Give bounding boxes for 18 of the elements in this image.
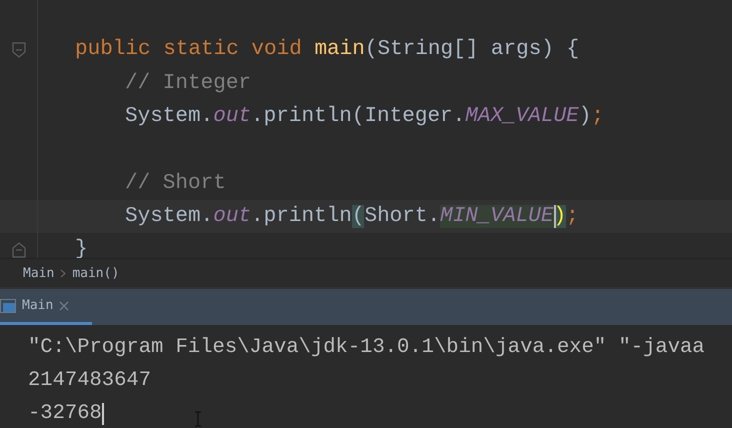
fold-icon[interactable] <box>12 42 26 58</box>
unfold-icon[interactable] <box>12 242 26 258</box>
code-text: // Short <box>124 172 226 195</box>
code-text: // Integer <box>124 72 252 95</box>
text-caret <box>102 402 104 424</box>
console-icon <box>0 298 16 312</box>
text-cursor-icon <box>194 410 202 426</box>
close-icon[interactable] <box>59 300 70 310</box>
breadcrumb-link[interactable]: main() <box>72 266 120 280</box>
console-output-line: 2147483647 <box>28 368 152 394</box>
breadcrumb-link[interactable]: Main <box>23 266 54 280</box>
console-output-line: -32768 <box>28 401 102 427</box>
chevron-icon <box>60 268 66 278</box>
code-text: public static void main(String[] args) { <box>74 38 580 62</box>
console-output-line: "C:\Program Files\Java\jdk-13.0.1\bin\java.exe" "-javaa <box>28 335 705 361</box>
code-text: System.out.println(Short.MIN_VALUE); <box>124 204 579 228</box>
run-tab[interactable]: Main <box>0 289 92 325</box>
code-text: System.out.println(Integer.MAX_VALUE); <box>124 105 604 128</box>
